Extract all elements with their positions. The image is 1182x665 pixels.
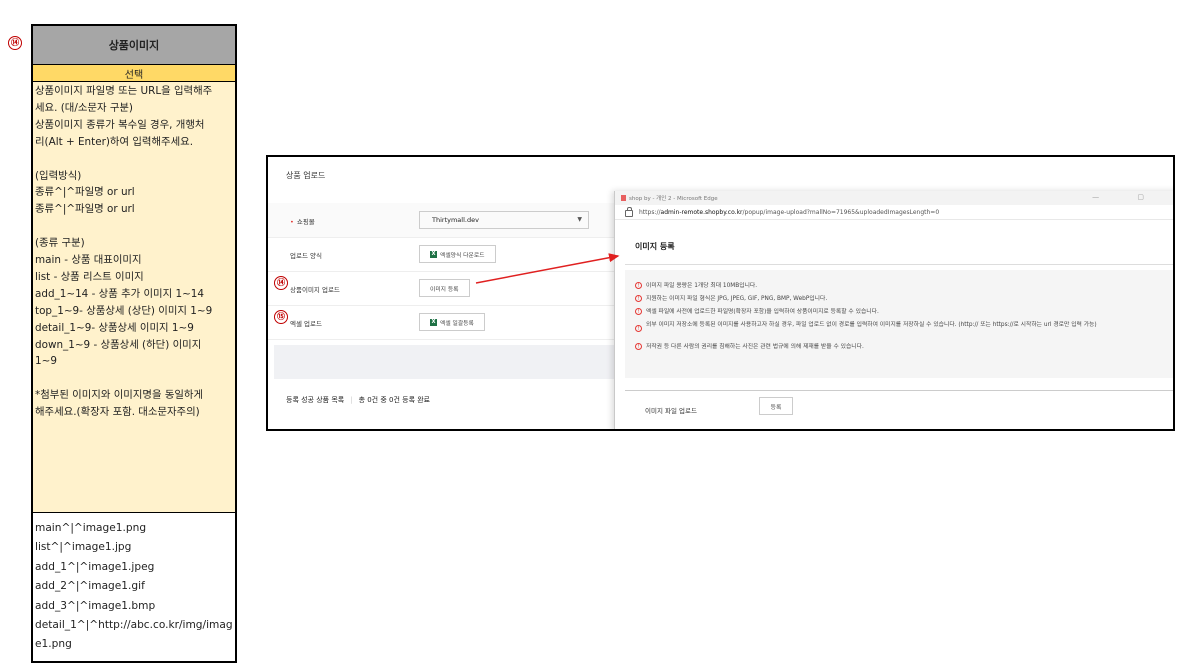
arrow-line — [475, 253, 620, 284]
red-arrow-annotation — [475, 253, 620, 284]
